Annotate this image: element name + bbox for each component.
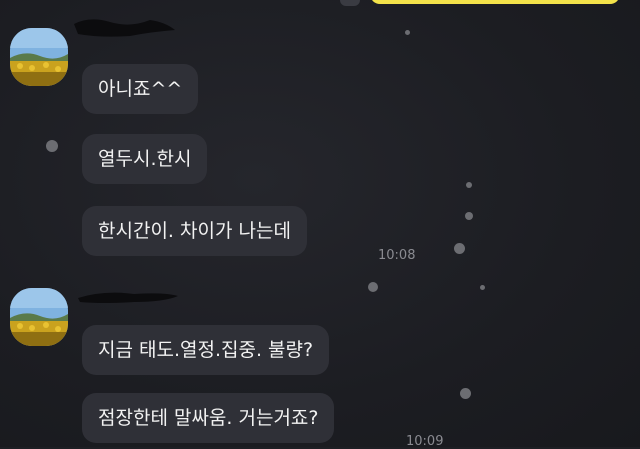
message-text: 한시간이. 차이가 나는데 <box>98 220 291 242</box>
redacted-sender-name <box>74 19 175 37</box>
background-dot <box>368 282 378 292</box>
message-bubble[interactable]: 점장한테 말싸움. 거는거죠? <box>82 393 335 443</box>
sunflower-field-icon <box>10 288 68 346</box>
message-bubble[interactable]: 아니죠^^ <box>82 64 199 114</box>
redacted-sender-name <box>78 292 178 303</box>
message-text: 아니죠^^ <box>98 78 183 100</box>
sunflower-field-icon <box>10 28 68 86</box>
background-dot <box>405 30 410 35</box>
message-timestamp: 10:08 <box>378 248 416 263</box>
message-text: 점장한테 말싸움. 거는거죠? <box>98 407 319 429</box>
chat-screen: 아니죠^^ 열두시.한시 한시간이. 차이가 나는데 10:08 지금 태도.열… <box>0 0 640 449</box>
sender-avatar[interactable] <box>10 288 68 346</box>
background-dot <box>454 243 465 254</box>
background-dot <box>460 388 471 399</box>
message-bubble[interactable]: 열두시.한시 <box>82 134 208 184</box>
background-dot <box>465 212 473 220</box>
message-bubble[interactable]: 지금 태도.열정.집중. 불량? <box>82 325 330 375</box>
sender-avatar[interactable] <box>10 28 68 86</box>
background-dot <box>480 285 485 290</box>
background-dot <box>46 140 58 152</box>
scroll-edge <box>340 0 360 6</box>
own-message-bubble-partial[interactable] <box>370 0 620 4</box>
background-dot <box>466 182 472 188</box>
message-bubble[interactable]: 한시간이. 차이가 나는데 <box>82 206 307 256</box>
message-text: 열두시.한시 <box>98 148 192 170</box>
message-text: 지금 태도.열정.집중. 불량? <box>98 339 314 361</box>
